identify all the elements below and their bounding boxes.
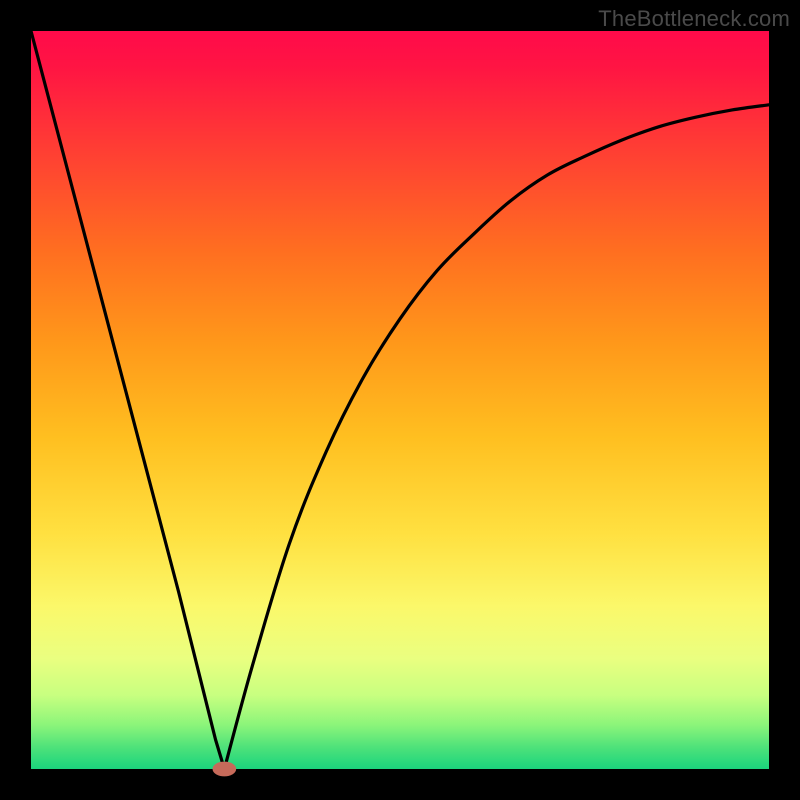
bottleneck-curve [31,31,769,769]
watermark-text: TheBottleneck.com [598,6,790,32]
chart-plot-area [31,31,769,769]
minimum-marker [213,762,237,777]
chart-frame: TheBottleneck.com [0,0,800,800]
curve-path [31,31,769,769]
